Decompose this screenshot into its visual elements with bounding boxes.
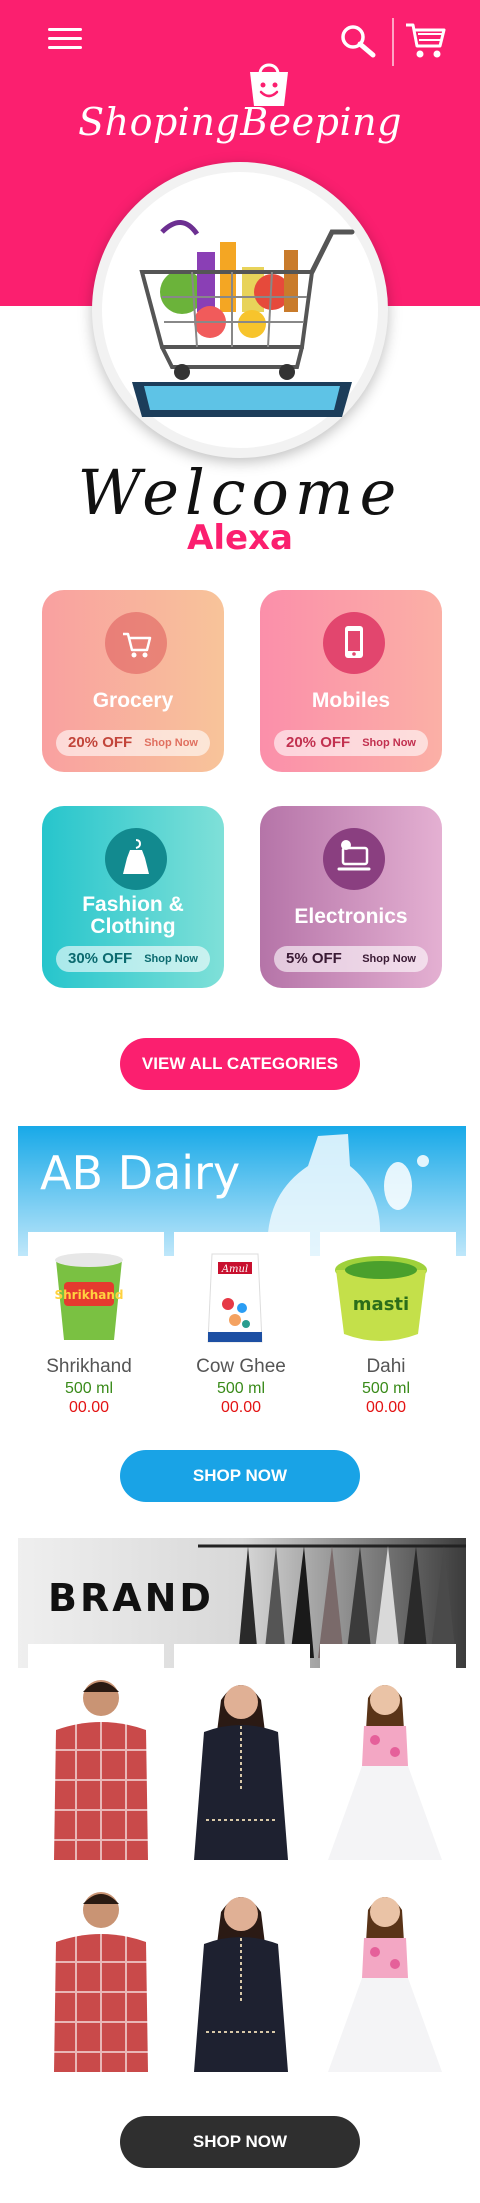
dairy-title: AB Dairy bbox=[40, 1146, 241, 1200]
category-label: Electronics bbox=[294, 905, 408, 928]
dress-hanger-icon bbox=[105, 828, 167, 890]
category-card-mobiles[interactable]: Mobiles 20% OFF Shop Now bbox=[260, 590, 442, 772]
mens-shirt-product-image[interactable] bbox=[36, 1882, 166, 2072]
mobile-icon bbox=[323, 612, 385, 674]
shop-now-link[interactable]: Shop Now bbox=[362, 946, 416, 972]
discount-pill: 20% OFF Shop Now bbox=[56, 730, 210, 756]
cart-icon[interactable] bbox=[404, 20, 448, 60]
brand-card bbox=[28, 1644, 164, 1670]
discount-pill: 20% OFF Shop Now bbox=[274, 730, 428, 756]
view-all-categories-button[interactable]: VIEW ALL CATEGORIES bbox=[120, 1038, 360, 1090]
dairy-shop-now-button[interactable]: SHOP NOW bbox=[120, 1450, 360, 1502]
shop-now-link[interactable]: Shop Now bbox=[362, 730, 416, 756]
brand-card bbox=[174, 1644, 310, 1670]
dahi-product-image[interactable]: masti bbox=[326, 1248, 436, 1348]
shop-now-link[interactable]: Shop Now bbox=[144, 730, 198, 756]
laptop-icon bbox=[323, 828, 385, 890]
category-card-electronics[interactable]: Electronics 5% OFF Shop Now bbox=[260, 806, 442, 988]
category-label: Grocery bbox=[92, 689, 174, 712]
girls-dress-product-image[interactable] bbox=[320, 1670, 450, 1860]
womens-kurta-product-image[interactable] bbox=[176, 1882, 306, 2072]
womens-kurta-product-image[interactable] bbox=[176, 1670, 306, 1860]
brand-title: BRAND bbox=[48, 1576, 214, 1620]
product-name: Cow Ghee bbox=[196, 1356, 286, 1377]
category-label: Fashion & Clothing bbox=[82, 893, 184, 938]
product-quantity: 500 ml bbox=[216, 1380, 266, 1397]
product-name: Shrikhand bbox=[46, 1356, 132, 1377]
discount-pill: 5% OFF Shop Now bbox=[274, 946, 428, 972]
product-name: Dahi bbox=[366, 1356, 406, 1377]
mens-shirt-product-image[interactable] bbox=[36, 1670, 166, 1860]
header-divider bbox=[392, 18, 394, 66]
product-price: 00.00 bbox=[220, 1399, 262, 1416]
discount-text: 20% OFF bbox=[286, 734, 351, 751]
discount-text: 5% OFF bbox=[286, 950, 342, 967]
category-card-grocery[interactable]: Grocery 20% OFF Shop Now bbox=[42, 590, 224, 772]
product-quantity: 500 ml bbox=[361, 1380, 411, 1397]
ghee-brand-text: Amul bbox=[221, 1264, 248, 1275]
ghee-product-image[interactable]: Amul bbox=[180, 1248, 290, 1348]
cart-icon bbox=[105, 612, 167, 674]
discount-pill: 30% OFF Shop Now bbox=[56, 946, 210, 972]
discount-text: 20% OFF bbox=[68, 734, 133, 751]
product-price: 00.00 bbox=[68, 1399, 110, 1416]
product-quantity: 500 ml bbox=[64, 1380, 114, 1397]
search-icon[interactable] bbox=[338, 22, 378, 62]
discount-text: 30% OFF bbox=[68, 950, 133, 967]
menu-icon[interactable] bbox=[48, 28, 82, 54]
girls-dress-product-image[interactable] bbox=[320, 1882, 450, 2072]
category-card-fashion[interactable]: Fashion & Clothing 30% OFF Shop Now bbox=[42, 806, 224, 988]
product-price: 00.00 bbox=[365, 1399, 407, 1416]
brand-card bbox=[320, 1644, 456, 1670]
shop-now-link[interactable]: Shop Now bbox=[144, 946, 198, 972]
hero-cart-image bbox=[92, 162, 388, 458]
user-name: Alexa bbox=[187, 518, 293, 558]
shrikhand-brand-text: Shrikhand bbox=[55, 1288, 124, 1302]
brand-logo-text: ShopingBeeping bbox=[78, 100, 402, 144]
brand-shop-now-button[interactable]: SHOP NOW bbox=[120, 2116, 360, 2168]
category-label: Mobiles bbox=[311, 689, 391, 712]
dahi-brand-text: masti bbox=[353, 1294, 409, 1315]
shrikhand-product-image[interactable]: Shrikhand bbox=[34, 1248, 144, 1348]
